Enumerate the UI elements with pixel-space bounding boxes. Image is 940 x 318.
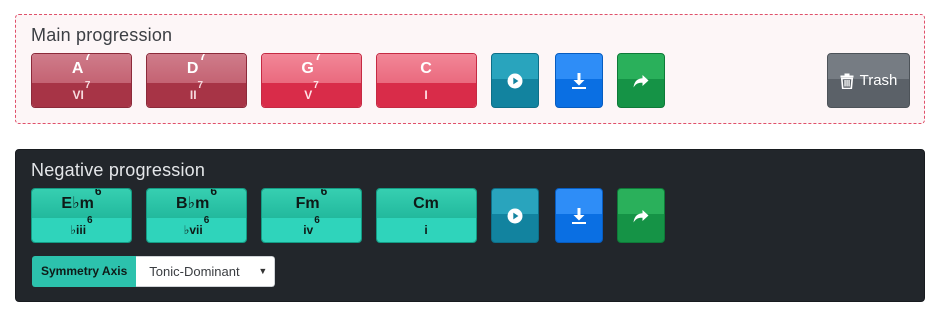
- play-circle-icon: [507, 73, 523, 88]
- chord-name: G7: [262, 54, 361, 83]
- negative-chord-3[interactable]: Fm6 iv6: [261, 188, 362, 243]
- chord-name: E♭m6: [32, 189, 131, 218]
- chord-name: Cm: [377, 189, 476, 218]
- negative-progression-panel: Negative progression E♭m6 ♭iii6 B♭m6 ♭vi…: [15, 149, 925, 302]
- share-arrow-icon: [633, 209, 649, 222]
- main-play-button[interactable]: [491, 53, 539, 108]
- chord-name: D7: [147, 54, 246, 83]
- trash-button[interactable]: Trash: [827, 53, 910, 108]
- negative-chord-4[interactable]: Cm i: [376, 188, 477, 243]
- chord-name: C: [377, 54, 476, 83]
- negative-download-button[interactable]: [555, 188, 603, 243]
- symmetry-axis-value: Tonic-Dominant: [149, 264, 240, 279]
- chord-roman-numeral: ♭vii6: [147, 216, 246, 242]
- symmetry-axis-label: Symmetry Axis: [32, 256, 137, 287]
- negative-chord-1[interactable]: E♭m6 ♭iii6: [31, 188, 132, 243]
- download-icon: [572, 207, 586, 224]
- chord-name: B♭m6: [147, 189, 246, 218]
- negative-share-button[interactable]: [617, 188, 665, 243]
- main-progression-panel: Main progression A7 VI7 D7 II7 G7 V7 C I: [15, 14, 925, 124]
- main-progression-title: Main progression: [31, 25, 173, 45]
- chord-roman-numeral: II7: [147, 81, 246, 107]
- chord-roman-numeral: iv6: [262, 216, 361, 242]
- symmetry-axis-control: Symmetry Axis Tonic-Dominant ▼: [32, 256, 276, 287]
- trash-icon: [840, 73, 854, 89]
- chord-name: A7: [32, 54, 131, 83]
- main-download-button[interactable]: [555, 53, 603, 108]
- negative-chord-2[interactable]: B♭m6 ♭vii6: [146, 188, 247, 243]
- chord-roman-numeral: i: [377, 218, 476, 242]
- negative-play-button[interactable]: [491, 188, 539, 243]
- trash-label: Trash: [859, 72, 898, 89]
- chord-roman-numeral: V7: [262, 81, 361, 107]
- play-circle-icon: [507, 208, 523, 223]
- share-arrow-icon: [633, 74, 649, 87]
- download-icon: [572, 72, 586, 89]
- chord-roman-numeral: ♭iii6: [32, 216, 131, 242]
- chord-name: Fm6: [262, 189, 361, 218]
- main-chord-1[interactable]: A7 VI7: [31, 53, 132, 108]
- symmetry-axis-select[interactable]: Tonic-Dominant ▼: [136, 256, 276, 287]
- main-chord-4[interactable]: C I: [376, 53, 477, 108]
- main-chord-2[interactable]: D7 II7: [146, 53, 247, 108]
- main-chord-3[interactable]: G7 V7: [261, 53, 362, 108]
- chord-roman-numeral: VI7: [32, 81, 131, 107]
- negative-progression-title: Negative progression: [31, 160, 206, 180]
- main-share-button[interactable]: [617, 53, 665, 108]
- chevron-down-icon: ▼: [258, 266, 268, 276]
- chord-roman-numeral: I: [377, 83, 476, 107]
